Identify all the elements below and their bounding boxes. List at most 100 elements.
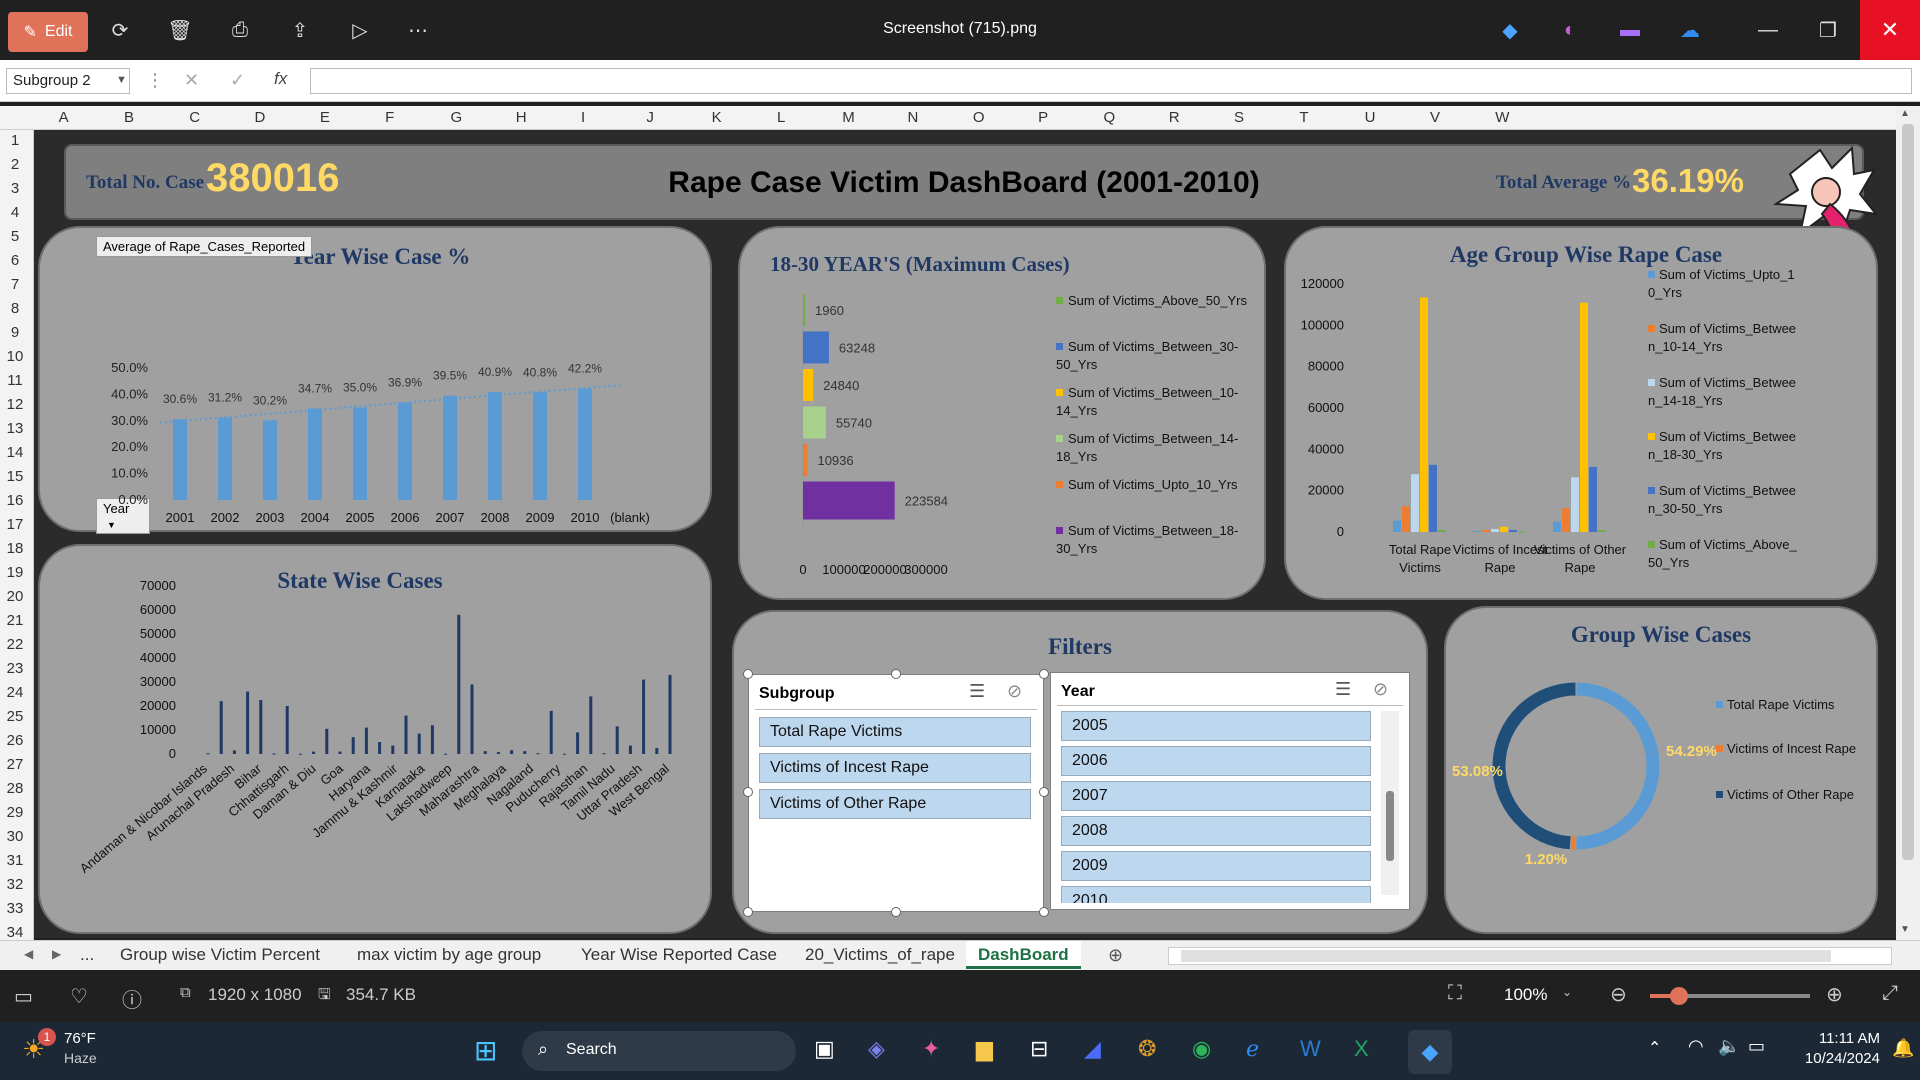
slicer-item[interactable]: Victims of Other Rape [759, 789, 1031, 819]
slicer-item[interactable]: 2010 [1061, 886, 1371, 903]
info-icon[interactable]: ⓘ [122, 984, 142, 1013]
subgroup-slicer-title: Subgroup [759, 685, 835, 702]
chevron-down-icon[interactable]: ▼ [116, 74, 127, 86]
app-icon[interactable]: ◢ [1084, 1036, 1101, 1062]
notification-bell-icon[interactable]: 🔔 [1892, 1038, 1914, 1059]
column-header-cell: I [581, 109, 586, 126]
horizontal-scrollbar[interactable] [1168, 947, 1892, 965]
scroll-up-icon[interactable]: ▲ [1900, 108, 1910, 119]
next-sheet-icon[interactable]: ▶ [52, 947, 61, 961]
sheet-tab[interactable]: 20_Victims_of_rape [805, 945, 955, 965]
volume-icon[interactable]: 🔈 [1718, 1036, 1740, 1057]
teams-icon[interactable]: ◈ [868, 1036, 885, 1062]
start-icon[interactable]: ⊞ [474, 1034, 497, 1067]
fullscreen-icon[interactable]: ⤢ [1882, 982, 1898, 1005]
resize-handle[interactable] [743, 669, 753, 679]
add-sheet-icon[interactable]: ⊕ [1108, 945, 1123, 966]
photos-icon[interactable]: ◆ [1492, 12, 1528, 48]
word-icon[interactable]: W [1300, 1036, 1321, 1062]
favorite-icon[interactable]: ♡ [70, 984, 88, 1009]
clear-filter-icon[interactable]: ⊘ [1007, 681, 1022, 702]
sheet-tab-active[interactable]: DashBoard [966, 941, 1081, 969]
cancel-icon[interactable]: ✕ [184, 70, 199, 91]
slicer-item[interactable]: Victims of Incest Rape [759, 753, 1031, 783]
clipchamp-icon[interactable]: ▬ [1612, 12, 1648, 48]
sheet-tab-more[interactable]: ... [80, 945, 94, 965]
app-emblem-icon[interactable]: ❂ [1138, 1036, 1156, 1062]
wifi-icon[interactable]: ◠ [1688, 1036, 1704, 1057]
year-slicer[interactable]: Year ☰ ⊘ 2005 2006 2007 2008 2009 2010 [1050, 672, 1410, 910]
clock-time[interactable]: 11:11 AM [1800, 1030, 1880, 1047]
age-group-bar [1580, 302, 1588, 532]
zoom-in-icon[interactable]: ⊕ [1826, 982, 1843, 1007]
slicer-item[interactable]: 2006 [1061, 746, 1371, 776]
resize-handle[interactable] [743, 787, 753, 797]
name-box[interactable]: Subgroup 2 [6, 68, 130, 94]
search-box[interactable]: ⌕ Search [522, 1031, 796, 1071]
slicer-scrollbar[interactable] [1381, 711, 1399, 895]
photos-icon[interactable]: ◆ [1408, 1030, 1452, 1074]
chevron-down-icon[interactable]: ⌄ [1562, 985, 1572, 999]
zoom-out-icon[interactable]: ⊖ [1610, 982, 1627, 1007]
resize-handle[interactable] [743, 907, 753, 917]
zoom-slider[interactable] [1650, 987, 1810, 1005]
row-header-cell: 28 [6, 780, 24, 797]
restore-icon[interactable]: ❐ [1810, 12, 1846, 48]
x-tick-label: 2009 [526, 510, 555, 525]
prev-sheet-icon[interactable]: ◀ [24, 947, 33, 961]
scrollbar-thumb[interactable] [1181, 950, 1831, 962]
resize-handle[interactable] [1039, 907, 1049, 917]
clear-filter-icon[interactable]: ⊘ [1373, 679, 1388, 700]
subgroup-slicer[interactable]: Subgroup ☰ ⊘ Total Rape Victims Victims … [743, 669, 1049, 917]
age-group-bar [1491, 528, 1499, 532]
state-bar [364, 727, 368, 754]
sheet-tab[interactable]: max victim by age group [357, 945, 541, 965]
resize-handle[interactable] [1039, 787, 1049, 797]
sheet-tab[interactable]: Year Wise Reported Case [581, 945, 777, 965]
task-view-icon[interactable]: ▣ [814, 1036, 835, 1062]
slicer-item[interactable]: 2009 [1061, 851, 1371, 881]
state-bar [325, 728, 329, 754]
resize-handle[interactable] [891, 907, 901, 917]
excel-icon[interactable]: X [1354, 1036, 1369, 1062]
slicer-item[interactable]: 2007 [1061, 781, 1371, 811]
edge-icon[interactable]: ℯ [1246, 1036, 1259, 1062]
sheet-tab[interactable]: Group wise Victim Percent [120, 945, 320, 965]
vertical-scrollbar[interactable]: ▲ ▼ [1896, 106, 1920, 940]
zoom-slider-thumb[interactable] [1670, 987, 1688, 1005]
formula-input[interactable] [310, 68, 1912, 94]
x-tick-label: 2002 [211, 510, 240, 525]
copilot-icon[interactable]: ✦ [922, 1036, 940, 1062]
temperature: 76°F [64, 1030, 96, 1047]
row-header-cell: 11 [7, 372, 23, 389]
function-icon[interactable]: fx [274, 69, 287, 89]
data-label: 31.2% [208, 391, 242, 405]
resize-handle[interactable] [1039, 669, 1049, 679]
scroll-down-icon[interactable]: ▼ [1900, 924, 1910, 935]
file-explorer-icon[interactable]: ▆ [976, 1036, 993, 1062]
resize-handle[interactable] [891, 669, 901, 679]
filmstrip-icon[interactable]: ▭ [14, 984, 33, 1009]
row-header-cell: 27 [6, 756, 24, 773]
store-icon[interactable]: ⊟ [1030, 1036, 1048, 1062]
chrome-icon[interactable]: ◉ [1192, 1036, 1211, 1062]
chevron-up-icon[interactable]: ⌃ [1648, 1038, 1661, 1058]
battery-icon[interactable]: ▭ [1748, 1036, 1765, 1057]
minimize-icon[interactable]: — [1750, 12, 1786, 48]
slicer-item[interactable]: 2008 [1061, 816, 1371, 846]
slicer-item[interactable]: Total Rape Victims [759, 717, 1031, 747]
onedrive-icon[interactable]: ☁ [1672, 12, 1708, 48]
designer-icon[interactable]: ◐ [1552, 12, 1588, 48]
zoom-level[interactable]: 100% [1504, 985, 1547, 1005]
clock-date[interactable]: 10/24/2024 [1786, 1050, 1880, 1067]
scrollbar-thumb[interactable] [1386, 791, 1394, 861]
multi-select-icon[interactable]: ☰ [969, 681, 985, 702]
data-label: 40.9% [478, 365, 512, 379]
multi-select-icon[interactable]: ☰ [1335, 679, 1351, 700]
slicer-item[interactable]: 2005 [1061, 711, 1371, 741]
enter-icon[interactable]: ✓ [230, 70, 245, 91]
year-bar [488, 392, 502, 500]
close-button[interactable]: ✕ [1860, 0, 1920, 60]
scrollbar-thumb[interactable] [1902, 124, 1914, 860]
fit-screen-icon[interactable]: ⛶ [1448, 982, 1462, 1005]
